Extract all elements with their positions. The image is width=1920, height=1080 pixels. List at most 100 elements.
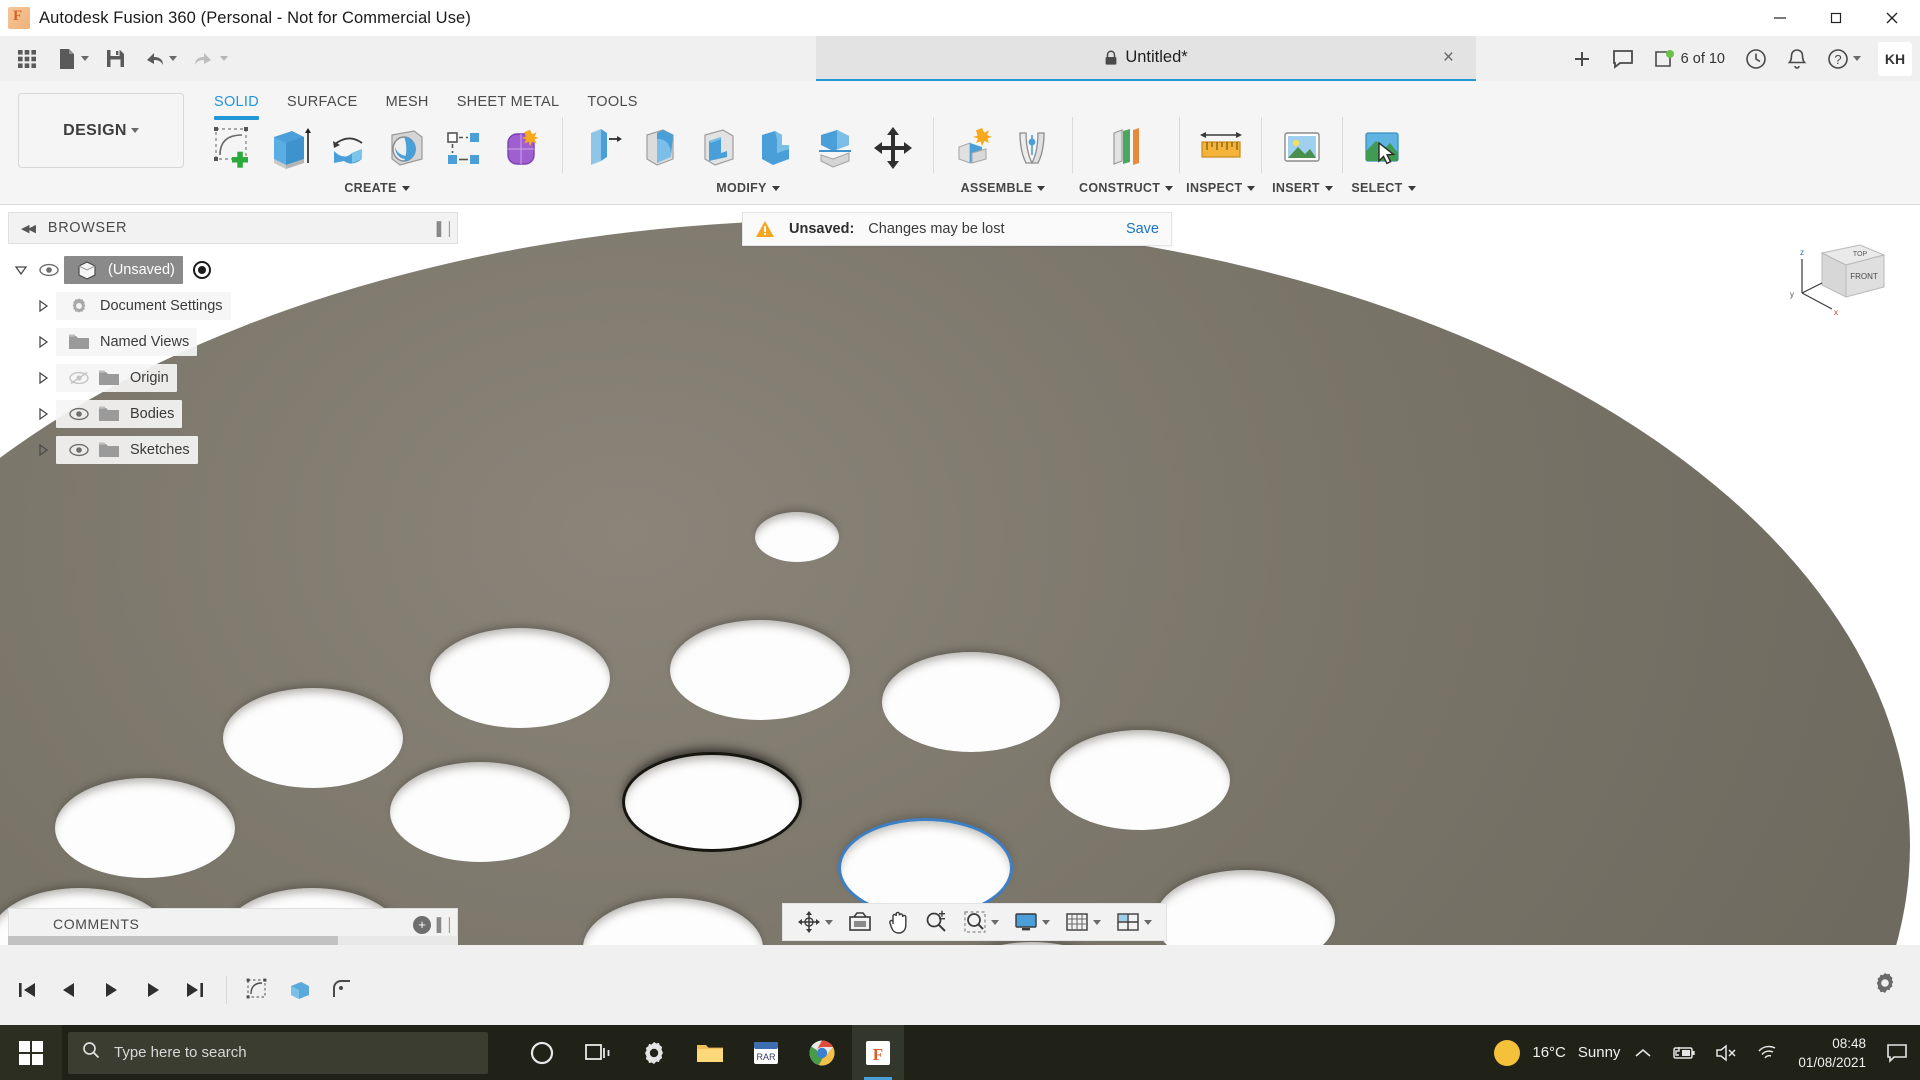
add-tab-button[interactable] xyxy=(1563,39,1601,79)
step-forward-button[interactable] xyxy=(134,970,172,1010)
ribbon-group-construct-label[interactable]: CONSTRUCT xyxy=(1079,181,1174,195)
sweep-icon[interactable] xyxy=(378,119,434,177)
ribbon-group-select-label[interactable]: SELECT xyxy=(1351,181,1416,195)
hole[interactable] xyxy=(1155,870,1335,945)
visibility-eye-off-icon[interactable] xyxy=(64,371,94,385)
joint-icon[interactable] xyxy=(1004,119,1060,177)
create-sketch-icon[interactable] xyxy=(204,119,260,177)
hole[interactable] xyxy=(670,620,850,720)
split-body-icon[interactable] xyxy=(807,119,863,177)
comments-scrollbar[interactable] xyxy=(8,936,458,945)
hole[interactable] xyxy=(390,762,570,862)
save-button[interactable]: Save xyxy=(1126,221,1159,237)
wifi-icon[interactable] xyxy=(1752,1044,1782,1062)
expand-triangle-icon[interactable] xyxy=(30,444,56,456)
press-pull-icon[interactable] xyxy=(575,119,631,177)
new-document-icon[interactable] xyxy=(50,39,96,79)
notifications-icon[interactable] xyxy=(1778,39,1816,79)
action-center-icon[interactable] xyxy=(1882,1043,1912,1063)
winrar-icon[interactable]: RAR xyxy=(740,1025,792,1080)
taskbar-clock[interactable]: 08:48 01/08/2021 xyxy=(1792,1034,1872,1072)
move-copy-icon[interactable] xyxy=(865,119,921,177)
hole[interactable] xyxy=(755,512,839,562)
hole[interactable] xyxy=(942,942,1122,945)
battery-charging-icon[interactable] xyxy=(1666,1045,1700,1061)
workspace-selector[interactable]: DESIGN xyxy=(18,93,184,168)
revolve-icon[interactable] xyxy=(320,119,376,177)
help-icon[interactable]: ? xyxy=(1818,39,1870,79)
go-to-start-button[interactable] xyxy=(8,970,46,1010)
tree-row-document-settings[interactable]: Document Settings xyxy=(8,288,458,324)
cortana-icon[interactable] xyxy=(516,1025,568,1080)
view-cube[interactable]: TOP FRONT z x y xyxy=(1788,235,1898,325)
play-button[interactable] xyxy=(92,970,130,1010)
redo-icon[interactable] xyxy=(186,39,235,79)
jobs-status[interactable]: 6 of 10 xyxy=(1645,39,1734,79)
pattern-icon[interactable] xyxy=(436,119,492,177)
step-back-button[interactable] xyxy=(50,970,88,1010)
weather-widget[interactable]: 16°C Sunny xyxy=(1494,1039,1620,1066)
tree-item-pill[interactable]: Named Views xyxy=(56,328,198,356)
save-icon[interactable] xyxy=(98,39,133,79)
go-to-end-button[interactable] xyxy=(176,970,214,1010)
chrome-icon[interactable] xyxy=(796,1025,848,1080)
form-icon[interactable] xyxy=(494,119,550,177)
tree-item-pill[interactable]: (Unsaved) xyxy=(64,256,183,284)
hole[interactable] xyxy=(1050,730,1230,830)
task-view-icon[interactable] xyxy=(572,1025,624,1080)
show-hidden-icons-chevron[interactable] xyxy=(1630,1046,1656,1060)
ribbon-group-inspect-label[interactable]: INSPECT xyxy=(1186,181,1256,195)
pan-icon[interactable] xyxy=(881,906,915,938)
measure-icon[interactable] xyxy=(1193,119,1249,177)
collapse-left-icon[interactable]: ◀◀ xyxy=(21,222,36,235)
tree-row-named-views[interactable]: Named Views xyxy=(8,324,458,360)
hole-highlighted[interactable] xyxy=(622,752,802,852)
offset-plane-icon[interactable] xyxy=(1098,119,1154,177)
file-explorer-icon[interactable] xyxy=(684,1025,736,1080)
expand-triangle-icon[interactable] xyxy=(30,408,56,420)
maximize-button[interactable] xyxy=(1808,0,1864,36)
panel-grip-icon[interactable]: ▌│ xyxy=(437,221,454,236)
document-tab[interactable]: Untitled* × xyxy=(816,36,1476,81)
select-icon[interactable] xyxy=(1355,119,1411,177)
tree-item-pill[interactable]: Bodies xyxy=(56,400,183,428)
close-icon[interactable]: × xyxy=(1443,48,1454,67)
insert-image-icon[interactable] xyxy=(1274,119,1330,177)
zoom-window-icon[interactable] xyxy=(957,906,1005,938)
extrude-icon[interactable] xyxy=(262,119,318,177)
ribbon-group-create-label[interactable]: CREATE xyxy=(344,181,410,195)
undo-icon[interactable] xyxy=(135,39,184,79)
tree-row-unsaved[interactable]: (Unsaved) xyxy=(8,252,458,288)
new-component-icon[interactable] xyxy=(946,119,1002,177)
tree-row-bodies[interactable]: Bodies xyxy=(8,396,458,432)
look-at-icon[interactable] xyxy=(842,906,878,938)
avatar[interactable]: KH xyxy=(1878,41,1912,76)
hole[interactable] xyxy=(583,898,763,945)
hole[interactable] xyxy=(55,778,235,878)
minimize-button[interactable] xyxy=(1752,0,1808,36)
tree-row-origin[interactable]: Origin xyxy=(8,360,458,396)
hole[interactable] xyxy=(430,628,610,728)
activate-radio[interactable] xyxy=(192,261,211,279)
tree-item-pill[interactable]: Sketches xyxy=(56,436,198,464)
visibility-eye-icon[interactable] xyxy=(34,263,64,277)
settings-icon[interactable] xyxy=(628,1025,680,1080)
visibility-eye-icon[interactable] xyxy=(64,443,94,457)
ribbon-group-assemble-label[interactable]: ASSEMBLE xyxy=(961,181,1046,195)
ribbon-group-modify-label[interactable]: MODIFY xyxy=(716,181,780,195)
expand-triangle-icon[interactable] xyxy=(8,264,34,276)
combine-icon[interactable] xyxy=(749,119,805,177)
hole[interactable] xyxy=(882,652,1060,752)
search-input[interactable]: Type here to search xyxy=(68,1031,488,1074)
close-button[interactable] xyxy=(1864,0,1920,36)
timeline-extrude-icon[interactable] xyxy=(281,970,319,1010)
volume-muted-icon[interactable] xyxy=(1710,1043,1742,1062)
visibility-eye-icon[interactable] xyxy=(64,407,94,421)
fillet-icon[interactable] xyxy=(633,119,689,177)
hole[interactable] xyxy=(223,688,403,788)
fusion360-icon[interactable]: F xyxy=(852,1025,904,1080)
tree-item-pill[interactable]: Origin xyxy=(56,364,177,392)
timeline-sketch-icon[interactable] xyxy=(239,970,277,1010)
expand-triangle-icon[interactable] xyxy=(30,372,56,384)
shell-icon[interactable] xyxy=(691,119,747,177)
